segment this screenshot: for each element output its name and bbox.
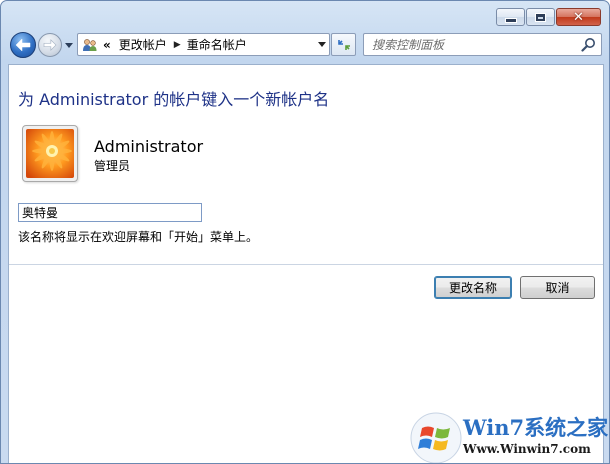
recent-pages-dropdown[interactable] (64, 41, 73, 50)
user-name: Administrator (94, 137, 204, 156)
close-button[interactable]: ✕ (556, 8, 601, 26)
search-icon[interactable] (581, 37, 596, 52)
divider (9, 264, 603, 265)
back-arrow-icon (15, 38, 31, 52)
user-role: 管理员 (94, 159, 131, 173)
forward-button[interactable] (38, 33, 62, 57)
chevron-down-icon (317, 42, 326, 47)
maximize-button[interactable] (526, 8, 555, 26)
close-icon: ✕ (573, 9, 584, 25)
search-input[interactable] (372, 34, 577, 55)
cancel-button[interactable]: 取消 (520, 276, 595, 299)
minimize-button[interactable] (496, 8, 525, 26)
window: ✕ « 更改帐户 ▶ 重命名帐户 搜索控制面板 为 Administrator … (0, 0, 610, 464)
refresh-icon (337, 39, 350, 50)
minimize-icon (504, 17, 517, 23)
forward-arrow-icon (43, 39, 57, 51)
name-hint: 该名称将显示在欢迎屏幕和「开始」菜单上。 (18, 230, 259, 244)
chevron-down-icon (64, 42, 73, 48)
flower-avatar-image (26, 129, 74, 178)
users-icon (81, 37, 99, 53)
back-button[interactable] (10, 32, 36, 58)
refresh-button[interactable] (331, 33, 356, 56)
breadcrumb-item-change-account[interactable]: 更改帐户 (119, 36, 167, 53)
new-account-name-input[interactable] (18, 203, 202, 222)
breadcrumb: « 更改帐户 ▶ 重命名帐户 (99, 36, 247, 53)
watermark: Win7系统之家 Www.Winwin7.com (408, 410, 609, 463)
breadcrumb-separator-icon[interactable]: ▶ (174, 40, 181, 50)
content-pane: 为 Administrator 的帐户键入一个新帐户名 Administrato… (8, 64, 604, 463)
caption-buttons: ✕ (496, 8, 601, 26)
breadcrumb-overflow[interactable]: « (103, 38, 111, 52)
avatar (22, 125, 78, 182)
maximize-icon (535, 12, 546, 22)
rename-button[interactable]: 更改名称 (434, 276, 512, 299)
watermark-title: Win7系统之家 (463, 415, 609, 440)
page-title: 为 Administrator 的帐户键入一个新帐户名 (18, 90, 330, 109)
search-box (363, 33, 602, 56)
address-bar[interactable]: « 更改帐户 ▶ 重命名帐户 (77, 33, 330, 56)
breadcrumb-item-rename-account[interactable]: 重命名帐户 (187, 36, 247, 53)
watermark-url: Www.Winwin7.com (463, 442, 591, 456)
windows-logo (410, 412, 462, 463)
address-dropdown-button[interactable] (314, 34, 329, 55)
